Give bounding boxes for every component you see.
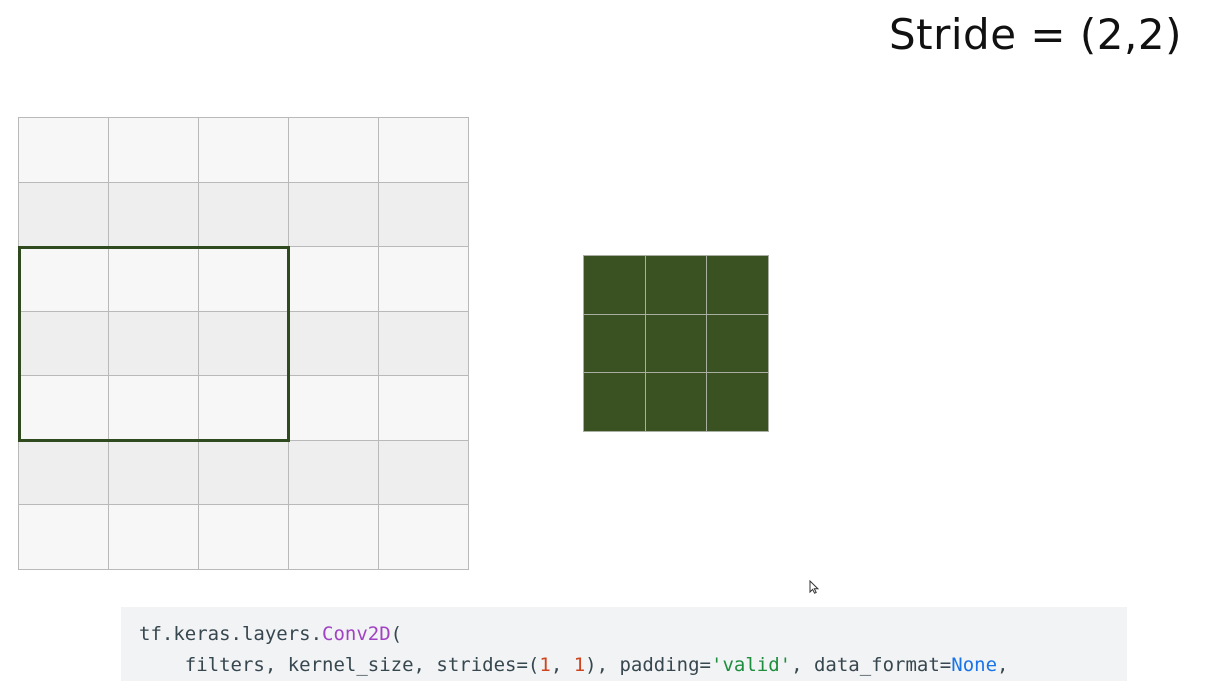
output-cell (583, 313, 646, 374)
mouse-pointer-icon (809, 580, 819, 594)
output-cell (644, 372, 708, 432)
input-cell (198, 117, 289, 183)
input-cell (288, 504, 379, 570)
input-cell (18, 504, 109, 570)
code-line-1: tf.keras.layers.Conv2D( (139, 619, 1109, 650)
input-cell (378, 375, 469, 441)
input-cell (198, 310, 289, 377)
code-snippet: tf.keras.layers.Conv2D( filters, kernel_… (121, 607, 1127, 681)
input-cell (288, 375, 379, 441)
input-cell (378, 181, 469, 248)
output-cell (706, 372, 769, 432)
input-cell (288, 310, 379, 377)
code-line-2: filters, kernel_size, strides=(1, 1), pa… (139, 650, 1109, 681)
input-cell (108, 310, 199, 377)
input-cell (198, 246, 289, 312)
code-module-path: tf.keras.layers. (139, 623, 323, 645)
input-cell (108, 375, 199, 441)
input-cell (18, 181, 109, 248)
code-padding-value: 'valid' (711, 654, 792, 676)
input-cell (18, 246, 109, 312)
input-cell (108, 504, 199, 570)
input-feature-map (18, 117, 469, 570)
input-cell (378, 439, 469, 506)
input-cell (288, 439, 379, 506)
input-cell (108, 117, 199, 183)
input-cell (108, 246, 199, 312)
input-cell (288, 246, 379, 312)
output-cell (583, 372, 646, 432)
output-cell (583, 255, 646, 315)
input-cell (198, 439, 289, 506)
input-cell (198, 504, 289, 570)
output-feature-map (583, 255, 769, 432)
code-comma: , (550, 654, 574, 676)
code-stride-value-1: 1 (539, 654, 551, 676)
code-data-format-text: , data_format= (791, 654, 952, 676)
input-cell (198, 375, 289, 441)
input-cell (18, 117, 109, 183)
input-cell (378, 246, 469, 312)
code-padding-text: ), padding= (585, 654, 712, 676)
output-cell (706, 255, 769, 315)
input-cell (108, 181, 199, 248)
code-none-keyword: None (951, 654, 998, 676)
input-cell (288, 117, 379, 183)
input-cell (378, 504, 469, 570)
output-cell (644, 313, 708, 374)
input-cell (288, 181, 379, 248)
input-cell (18, 439, 109, 506)
input-cell (378, 117, 469, 183)
stride-title: Stride = (2,2) (888, 10, 1182, 59)
code-open-paren: ( (390, 623, 403, 645)
input-cell (198, 181, 289, 248)
code-trailing-comma: , (997, 654, 1009, 676)
output-cell (706, 313, 769, 374)
input-cell (18, 375, 109, 441)
slide-canvas: Stride = (2,2) tf.keras.layers.Conv2D( f… (0, 0, 1208, 681)
code-stride-value-2: 1 (573, 654, 586, 676)
input-cell (18, 310, 109, 377)
input-cell (108, 439, 199, 506)
code-function-name: Conv2D (322, 623, 391, 645)
output-cell (644, 255, 708, 315)
code-args-text: filters, kernel_size, strides=( (184, 654, 540, 676)
input-cell (378, 310, 469, 377)
